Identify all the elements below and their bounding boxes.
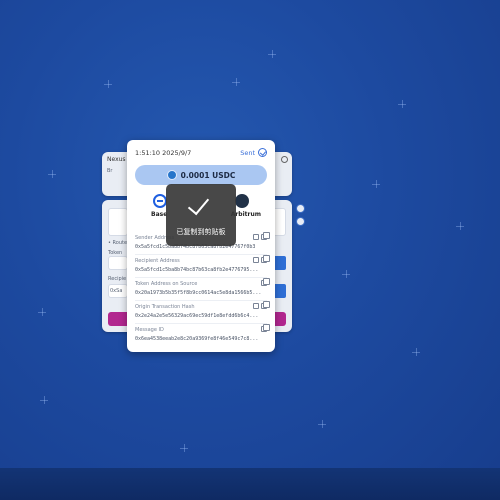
transaction-time: 1:51:10 2025/9/7 [135, 149, 192, 157]
divider [135, 300, 267, 301]
copy-icon[interactable] [261, 255, 270, 263]
amount-text: 0.0001 USDC [180, 170, 236, 180]
sparkle-star [342, 270, 350, 278]
divider [135, 323, 267, 324]
side-toggle-icon[interactable] [296, 204, 305, 213]
sparkle-star [104, 80, 112, 88]
route-label: • Route [108, 240, 128, 246]
checkmark-icon [187, 192, 210, 216]
toast-message: 已复制到剪贴板 [176, 228, 226, 236]
sparkle-star [398, 100, 406, 108]
nexus-title: Nexus [107, 156, 126, 163]
external-link-icon[interactable] [253, 303, 259, 309]
field-title: Origin Transaction Hash [135, 304, 195, 310]
bridge-label: Br [107, 168, 113, 174]
divider [135, 277, 267, 278]
settings-icon[interactable] [281, 156, 288, 163]
field-value: 0x2e24a2e5e56329ac69ec59df1e8efdd6b6c4..… [135, 313, 259, 319]
status-label: Sent [240, 149, 255, 157]
sparkle-star [48, 170, 56, 178]
copied-toast: 已复制到剪贴板 [166, 184, 236, 246]
check-circle-icon [258, 148, 267, 157]
sparkle-star [456, 222, 464, 230]
sparkle-star [372, 180, 380, 188]
base-chain-icon [153, 194, 167, 208]
recipient-value: 0xSa [110, 288, 123, 294]
sparkle-star [232, 78, 240, 86]
modal-header: 1:51:10 2025/9/7 Sent [135, 148, 267, 159]
sparkle-star [180, 444, 188, 452]
sparkle-star [268, 50, 276, 58]
field-value: 0x6ea4538eeab2e8c20a9369fe8f46e549c7c8..… [135, 336, 259, 342]
amount-pill: 0.0001 USDC [135, 165, 267, 185]
side-toggle-icon[interactable] [296, 217, 305, 226]
recipient-label: Recipie [108, 276, 127, 282]
copy-icon[interactable] [261, 278, 270, 286]
copy-icon[interactable] [261, 301, 270, 309]
arbitrum-chain-icon [235, 194, 249, 208]
external-link-icon[interactable] [253, 257, 259, 263]
token-select[interactable] [108, 256, 128, 270]
divider [135, 254, 267, 255]
copy-icon[interactable] [261, 232, 270, 240]
field-title: Message ID [135, 327, 164, 333]
field-value: 0x20a1973b5b35f5f8b9cc0614ac5e8da1566b5.… [135, 290, 262, 296]
message-id-field: Message ID 0x6ea4538eeab2e8c20a9369fe8f4… [135, 324, 270, 349]
field-title: Token Address on Source [135, 281, 198, 287]
source-chain-box[interactable] [108, 208, 128, 236]
sparkle-star [38, 308, 46, 316]
sparkle-star [40, 396, 48, 404]
copy-icon[interactable] [261, 324, 270, 332]
transaction-detail-modal: 1:51:10 2025/9/7 Sent 0.0001 USDC Base A… [127, 140, 275, 352]
usdc-icon [166, 170, 177, 180]
external-link-icon[interactable] [253, 234, 259, 240]
field-value: 0x5a5fcd1c5ba8b74bc87b63ca8fb2e4776795..… [135, 267, 259, 273]
sparkle-star [318, 420, 326, 428]
field-title: Recipient Address [135, 258, 180, 264]
source-chain-label: Base [151, 211, 168, 218]
sparkle-star [412, 348, 420, 356]
bottom-band [0, 468, 500, 500]
